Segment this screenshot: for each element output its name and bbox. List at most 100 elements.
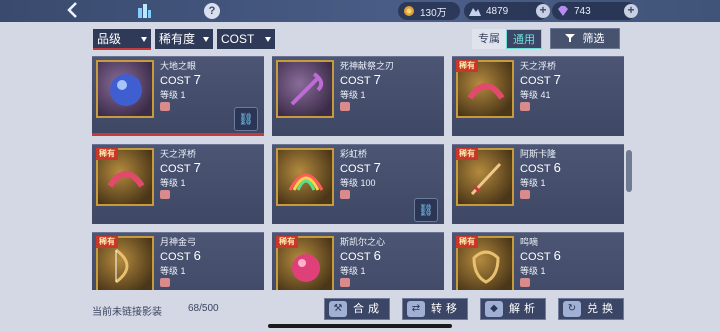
add-stamina-button[interactable]: + [536, 4, 550, 18]
item-name: 天之浮桥 [520, 61, 557, 71]
sort-rarity-dropdown[interactable]: 稀有度 [155, 29, 213, 49]
currency-value: 4879 [486, 5, 509, 17]
caret-down-icon [203, 37, 209, 42]
bridge-icon [467, 83, 505, 100]
diamond-icon [556, 4, 570, 18]
add-diamond-button[interactable]: + [624, 4, 638, 18]
item-thumbnail: 稀有 [96, 236, 154, 290]
bag-icon [340, 278, 350, 287]
item-card[interactable]: 死神献祭之刃 COST 7 等级 1 [272, 56, 444, 136]
item-grid: 大地之眼 COST 7 等级 1 ⛓ 死神献祭之刃 COST 7 等级 1 稀有 天… [90, 56, 624, 290]
item-level: 等级 1 [160, 90, 186, 100]
currency-diamond: 743 + [552, 2, 638, 20]
sort-grade-dropdown[interactable]: 品级 [93, 29, 151, 49]
action-label: 兑换 [587, 303, 617, 315]
item-name: 阿斯卡隆 [520, 149, 557, 159]
item-card[interactable]: 稀有 阿斯卡隆 COST 6 等级 1 [452, 144, 624, 224]
currency-value: 130万 [420, 7, 447, 19]
bag-icon [520, 278, 530, 287]
item-thumbnail: 稀有 [276, 236, 334, 290]
coin-icon [402, 4, 416, 18]
home-indicator[interactable] [268, 324, 452, 328]
item-thumbnail: 稀有 [456, 60, 514, 118]
flute-icon [472, 250, 500, 284]
item-card[interactable]: 稀有 斯凯尔之心 COST 6 等级 1 [272, 232, 444, 290]
currency-stamina: 4879 + [464, 2, 550, 20]
transfer-button[interactable]: ⇄ 转移 [402, 298, 468, 320]
synthesize-icon: ⚒ [329, 301, 347, 317]
item-card[interactable]: 稀有 月神金弓 COST 6 等级 1 [92, 232, 264, 290]
item-thumbnail [96, 60, 154, 118]
transfer-icon: ⇄ [407, 301, 425, 317]
item-thumbnail: 稀有 [456, 236, 514, 290]
tab-exclusive[interactable]: 专属 [472, 29, 506, 49]
filter-label: 筛选 [582, 33, 605, 45]
sort-cost-dropdown[interactable]: COST [217, 29, 275, 49]
top-bar: ? 130万 4879 + 743 + [0, 0, 720, 22]
item-level: 等级 1 [160, 178, 186, 188]
scythe-icon [290, 72, 324, 106]
action-label: 解析 [509, 303, 539, 315]
bridge-icon [107, 171, 145, 188]
back-button[interactable] [64, 1, 82, 21]
analyze-button[interactable]: ◆ 解析 [480, 298, 546, 320]
item-level: 等级 1 [340, 266, 366, 276]
city-icon[interactable] [136, 3, 152, 19]
item-card[interactable]: 大地之眼 COST 7 等级 1 ⛓ [92, 56, 264, 136]
item-card[interactable]: 稀有 鸣嘀 COST 6 等级 1 [452, 232, 624, 290]
bag-icon [520, 102, 530, 111]
unlinked-label: 当前未链接影装 [92, 307, 162, 318]
item-cost: COST 7 [160, 72, 201, 87]
caret-down-icon [265, 37, 271, 42]
bow-icon [115, 248, 129, 284]
tab-general[interactable]: 通用 [506, 29, 542, 49]
item-level: 等级 1 [160, 266, 186, 276]
item-name: 大地之眼 [160, 61, 197, 71]
caret-down-icon [141, 37, 147, 42]
item-cost: COST 7 [160, 160, 201, 175]
bag-icon [160, 278, 170, 287]
item-level: 等级 1 [340, 90, 366, 100]
item-cost: COST 6 [520, 160, 561, 175]
item-cost: COST 7 [340, 160, 381, 175]
item-cost: COST 6 [340, 248, 381, 263]
chevron-left-icon [67, 2, 77, 18]
item-name: 死神献祭之刃 [340, 61, 395, 71]
item-name: 天之浮桥 [160, 149, 197, 159]
action-label: 转移 [431, 303, 461, 315]
item-card[interactable]: 稀有 天之浮桥 COST 7 等级 1 [92, 144, 264, 224]
rainbow-icon [288, 173, 324, 191]
item-cost: COST 7 [340, 72, 381, 87]
dropdown-label: 稀有度 [159, 32, 196, 46]
link-icon[interactable]: ⛓ [414, 198, 438, 222]
item-card[interactable]: 稀有 天之浮桥 COST 7 等级 41 [452, 56, 624, 136]
item-name: 彩虹桥 [340, 149, 368, 159]
dropdown-label: COST [221, 32, 255, 46]
item-thumbnail [276, 148, 334, 206]
bag-icon [520, 190, 530, 199]
bag-icon [340, 102, 350, 111]
item-name: 斯凯尔之心 [340, 237, 386, 247]
item-thumbnail: 稀有 [456, 148, 514, 206]
dropdown-label: 品级 [97, 32, 122, 46]
exchange-button[interactable]: ↻ 兑换 [558, 298, 624, 320]
synthesize-button[interactable]: ⚒ 合成 [324, 298, 390, 320]
analyze-icon: ◆ [485, 301, 503, 317]
item-thumbnail [276, 60, 334, 118]
filter-button[interactable]: 筛选 [550, 28, 620, 49]
grid-scrollbar[interactable] [626, 150, 632, 192]
item-cost: COST 7 [520, 72, 561, 87]
bag-icon [160, 190, 170, 199]
funnel-icon [565, 34, 576, 42]
item-card[interactable]: 彩虹桥 COST 7 等级 100 ⛓ [272, 144, 444, 224]
gem-orb-icon [110, 74, 142, 106]
item-level: 等级 1 [520, 266, 546, 276]
help-icon[interactable]: ? [204, 3, 220, 19]
bag-icon [160, 102, 170, 111]
active-sort-underline [93, 48, 151, 50]
item-name: 月神金弓 [160, 237, 197, 247]
item-level: 等级 1 [520, 178, 546, 188]
currency-value: 743 [574, 5, 591, 17]
item-cost: COST 6 [160, 248, 201, 263]
link-icon[interactable]: ⛓ [234, 107, 258, 131]
